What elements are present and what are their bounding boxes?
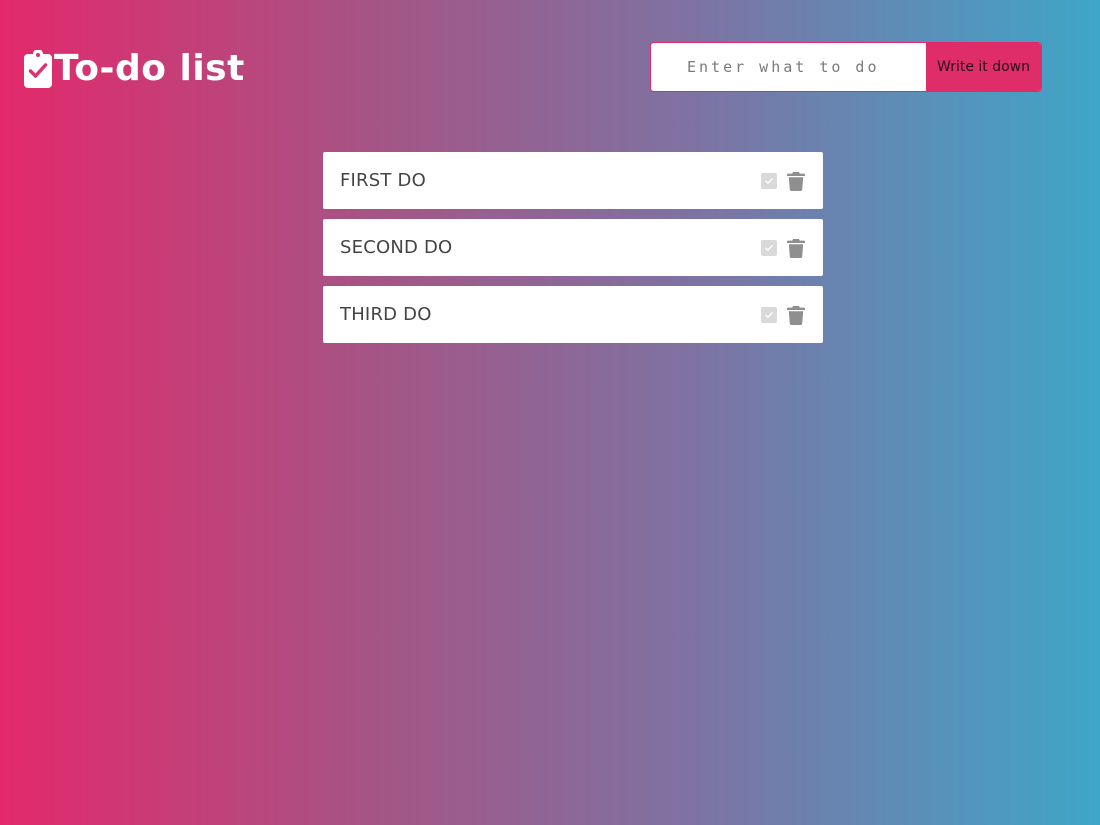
write-it-down-button[interactable]: Write it down [926, 43, 1041, 91]
todo-item: THIRD DO [323, 286, 823, 343]
todo-list: FIRST DO SECOND DO THIRD DO [323, 152, 823, 353]
todo-text: SECOND DO [340, 237, 453, 258]
check-square-icon[interactable] [761, 306, 777, 323]
todo-text: THIRD DO [340, 304, 432, 325]
app-brand: To-do list [24, 46, 245, 92]
todo-item: SECOND DO [323, 219, 823, 276]
todo-input[interactable] [651, 43, 926, 91]
trash-icon[interactable] [787, 171, 805, 191]
app-title: To-do list [54, 48, 245, 89]
trash-icon[interactable] [787, 305, 805, 325]
clipboard-check-icon [24, 50, 52, 88]
todo-text: FIRST DO [340, 170, 426, 191]
add-todo-form: Write it down [650, 42, 1042, 92]
todo-item: FIRST DO [323, 152, 823, 209]
check-square-icon[interactable] [761, 172, 777, 189]
check-square-icon[interactable] [761, 239, 777, 256]
trash-icon[interactable] [787, 238, 805, 258]
